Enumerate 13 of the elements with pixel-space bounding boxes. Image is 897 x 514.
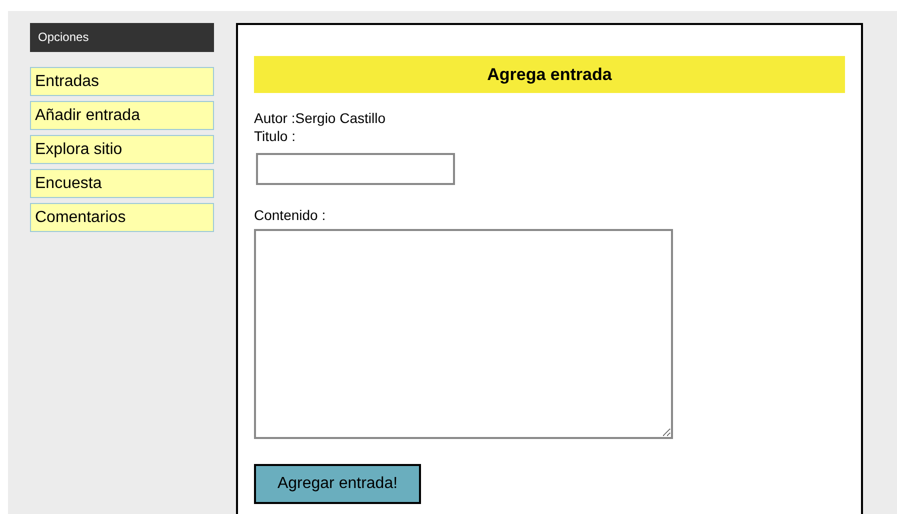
title-input[interactable] bbox=[256, 153, 455, 185]
author-text: Autor :Sergio Castillo bbox=[254, 109, 386, 127]
sidebar-item[interactable]: Comentarios bbox=[30, 203, 214, 232]
sidebar-item[interactable]: Encuesta bbox=[30, 169, 214, 198]
submit-button[interactable]: Agregar entrada! bbox=[254, 464, 421, 504]
sidebar-header: Opciones bbox=[30, 23, 214, 52]
content-label: Contenido : bbox=[254, 207, 326, 223]
sidebar-item[interactable]: Entradas bbox=[30, 67, 214, 96]
content-textarea[interactable] bbox=[254, 229, 673, 439]
sidebar-item[interactable]: Añadir entrada bbox=[30, 101, 214, 130]
form-heading: Agrega entrada bbox=[254, 56, 845, 93]
title-label: Titulo : bbox=[254, 127, 296, 145]
sidebar-item[interactable]: Explora sitio bbox=[30, 135, 214, 164]
